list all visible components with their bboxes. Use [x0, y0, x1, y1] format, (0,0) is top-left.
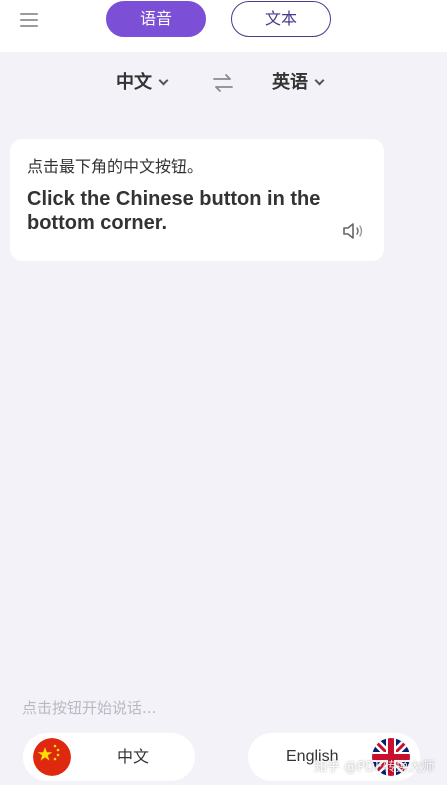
speak-hint: 点击按钮开始说话...	[22, 699, 157, 717]
china-flag-icon	[33, 738, 71, 776]
target-language-label: 英语	[272, 72, 308, 93]
top-bar: 语音 文本	[0, 0, 447, 52]
menu-icon[interactable]	[20, 10, 38, 30]
swap-arrows-icon[interactable]	[212, 72, 234, 94]
translated-text: Click the Chinese button in the bottom c…	[27, 188, 321, 234]
chinese-speak-button[interactable]: 中文	[23, 733, 195, 781]
translation-card: 点击最下角的中文按钮。 Click the Chinese button in …	[10, 139, 384, 261]
source-language-label: 中文	[116, 72, 152, 93]
chinese-button-label: 中文	[117, 747, 150, 766]
speaker-icon[interactable]	[342, 221, 366, 241]
source-text: 点击最下角的中文按钮。	[27, 157, 204, 176]
target-language-select[interactable]: 英语	[272, 70, 325, 96]
tab-voice[interactable]: 语音	[106, 1, 206, 37]
source-language-select[interactable]: 中文	[116, 70, 169, 96]
chevron-down-icon	[158, 75, 169, 86]
language-bar: 中文 英语	[0, 66, 447, 100]
watermark: 知乎 @PDF转换大师	[314, 760, 435, 775]
chevron-down-icon	[314, 75, 325, 86]
tab-text[interactable]: 文本	[231, 1, 331, 37]
